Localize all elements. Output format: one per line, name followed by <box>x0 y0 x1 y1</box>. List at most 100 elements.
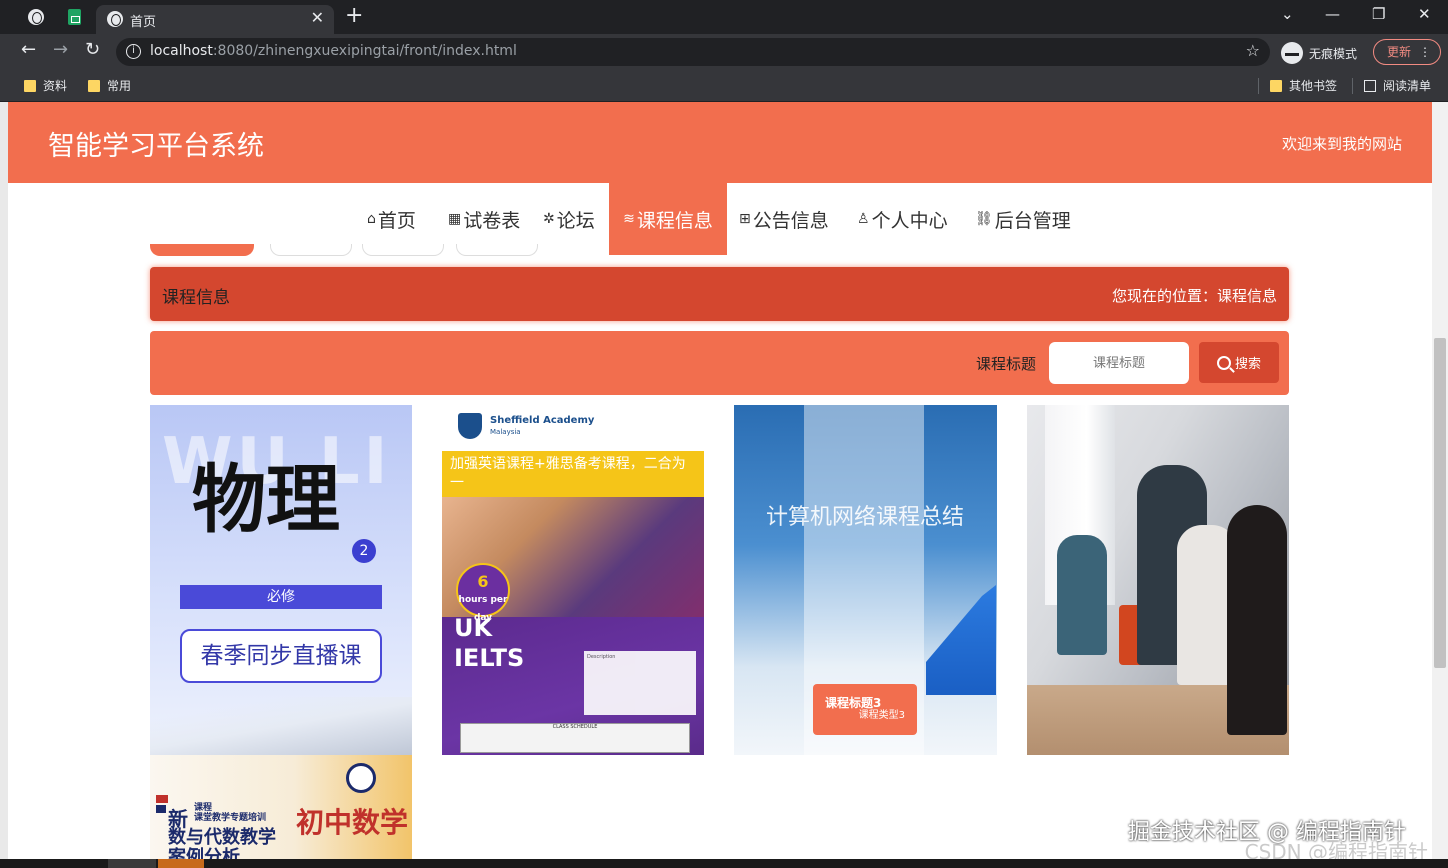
bookmark-other-label: 其他书签 <box>1289 79 1338 93</box>
cover-new-small: 课程 课堂教学专题培训 <box>194 803 267 823</box>
page-viewport: 智能学习平台系统 欢迎来到我的网站 ⌂ 首页 ▦ 试卷表 ✲ 论坛 ≋ 课程信息… <box>8 102 1432 859</box>
cover-subtitle: 春季同步直播课 <box>180 629 382 683</box>
nav-notice[interactable]: ⊞ 公告信息 <box>739 183 829 255</box>
bookmark-separator <box>1258 78 1259 94</box>
url-text[interactable]: localhost:8080/zhinengxuexipingtai/front… <box>150 43 517 59</box>
decor-block <box>156 805 166 813</box>
back-button[interactable]: ← <box>21 39 36 60</box>
tab-search-button[interactable]: ⌄ <box>1281 5 1294 23</box>
browser-tab-strip: 首页 ✕ + ⌄ — ❐ ✕ <box>0 0 1448 34</box>
academy-brand: Sheffield Academy Malaysia <box>490 415 594 438</box>
hidden-button[interactable] <box>150 244 254 256</box>
nav-label: 公告信息 <box>752 209 829 232</box>
course-type: 课程类型3 <box>858 710 905 721</box>
academy-logo <box>458 413 482 439</box>
bookmarks-bar: 资料 常用 其他书签 阅读清单 <box>0 70 1448 102</box>
hidden-button[interactable] <box>456 244 538 256</box>
bookmark-separator <box>1352 78 1353 94</box>
incognito-indicator[interactable]: 无痕模式 <box>1281 42 1357 64</box>
search-bar: 课程标题 搜索 <box>150 331 1289 395</box>
incognito-icon <box>1281 42 1303 64</box>
bookmark-star-icon[interactable]: ☆ <box>1246 41 1260 60</box>
nav-course[interactable]: ≋ 课程信息 <box>609 183 727 255</box>
restore-button[interactable]: ❐ <box>1372 5 1385 23</box>
page-left-gutter <box>0 102 8 859</box>
taskbar-app[interactable] <box>108 859 156 868</box>
bookmark-folder-changyong[interactable]: 常用 <box>88 77 131 94</box>
home-icon: ⌂ <box>367 211 376 227</box>
course-card-ielts[interactable]: Sheffield Academy Malaysia 加强英语课程+雅思备考课程，… <box>442 405 704 755</box>
menu-dots-icon: ⋮ <box>1419 45 1431 59</box>
new-tab-button[interactable]: + <box>345 3 363 28</box>
course-card-network[interactable]: 计算机网络课程总结 课程标题3 课程类型3 <box>734 405 997 755</box>
taskbar-app[interactable] <box>158 859 204 868</box>
globe-icon <box>28 9 44 25</box>
nav-admin[interactable]: ⛓ 后台管理 <box>975 183 1071 255</box>
browser-toolbar: ← → ↻ i localhost:8080/zhinengxuexipingt… <box>0 34 1448 70</box>
grid-icon: ▦ <box>448 211 462 227</box>
update-button[interactable]: 更新 ⋮ <box>1373 39 1441 65</box>
bookmark-folder-ziliao[interactable]: 资料 <box>24 77 67 94</box>
site-header: 智能学习平台系统 欢迎来到我的网站 <box>8 102 1432 183</box>
search-button[interactable]: 搜索 <box>1199 342 1279 383</box>
nav-forum[interactable]: ✲ 论坛 <box>543 183 595 255</box>
search-input[interactable] <box>1049 342 1189 384</box>
search-button-label: 搜索 <box>1234 357 1261 372</box>
section-title: 课程信息 <box>162 288 230 308</box>
reload-button[interactable]: ↻ <box>85 39 100 60</box>
tab-close-icon[interactable]: ✕ <box>311 8 324 27</box>
nav-label: 课程信息 <box>636 209 713 232</box>
window-close-button[interactable]: ✕ <box>1418 5 1431 23</box>
hours-badge: 6 hours per day <box>456 563 510 623</box>
nav-label: 后台管理 <box>994 209 1071 232</box>
description-box: Description <box>584 651 696 715</box>
site-welcome: 欢迎来到我的网站 <box>1281 135 1402 153</box>
course-card-physics[interactable]: WU LI 物理 2 必修 春季同步直播课 <box>150 405 412 755</box>
cover-volume: 2 <box>352 539 376 563</box>
forward-button[interactable]: → <box>53 39 68 60</box>
hidden-button[interactable] <box>362 244 444 256</box>
breadcrumb-location: 您现在的位置：课程信息 <box>1111 287 1277 305</box>
cover-banner: 加强英语课程+雅思备考课程，二合为一 <box>442 451 704 497</box>
active-tab[interactable]: 首页 ✕ <box>96 5 334 34</box>
nav-label: 试卷表 <box>463 209 521 232</box>
tab-sheets[interactable] <box>60 0 88 34</box>
spark-icon: ✲ <box>543 211 555 227</box>
course-card-math[interactable]: 新 课程 课堂教学专题培训 数与代数教学 案例分析 初中数学 <box>150 755 412 859</box>
class-schedule: CLASS SCHEDULE <box>460 723 690 753</box>
search-label: 课程标题 <box>976 355 1037 373</box>
scrollbar-thumb[interactable] <box>1434 338 1446 668</box>
breadcrumb: 课程信息 您现在的位置：课程信息 <box>150 267 1289 321</box>
cover-subtitle-2: 案例分析 <box>168 847 240 859</box>
url-path: :8080/zhinengxuexipingtai/front/index.ht… <box>212 43 517 59</box>
os-taskbar <box>0 859 1448 868</box>
user-icon: ♙ <box>857 211 870 227</box>
bookmark-other[interactable]: 其他书签 <box>1270 77 1337 94</box>
brand-sub: Malaysia <box>490 428 521 436</box>
student-figure <box>1057 535 1107 655</box>
gift-icon: ⊞ <box>739 211 751 227</box>
incognito-label: 无痕模式 <box>1309 46 1358 61</box>
nav-label: 个人中心 <box>871 209 948 232</box>
reading-list[interactable]: 阅读清单 <box>1364 77 1431 94</box>
folder-icon <box>88 79 100 92</box>
site-title: 智能学习平台系统 <box>48 131 264 162</box>
url-host: localhost <box>150 43 213 59</box>
address-bar[interactable]: i localhost:8080/zhinengxuexipingtai/fro… <box>116 38 1270 66</box>
headline-ielts: IELTS <box>454 644 525 672</box>
folder-icon <box>24 79 36 92</box>
school-seal-icon <box>346 763 376 793</box>
course-card-classroom[interactable] <box>1027 405 1289 755</box>
tab-title: 首页 <box>130 15 157 30</box>
cover-headline: UK IELTS <box>454 613 524 673</box>
search-icon <box>1216 355 1231 370</box>
minimize-button[interactable]: — <box>1325 5 1340 23</box>
tab-globe[interactable] <box>22 0 50 34</box>
sheets-icon <box>67 9 81 25</box>
course-hover-label[interactable]: 课程标题3 课程类型3 <box>813 684 917 735</box>
info-icon[interactable]: i <box>126 44 141 59</box>
hours-number: 6 <box>477 572 489 591</box>
nav-profile[interactable]: ♙ 个人中心 <box>857 183 948 255</box>
hidden-button[interactable] <box>270 244 352 256</box>
reading-list-label: 阅读清单 <box>1383 79 1432 93</box>
